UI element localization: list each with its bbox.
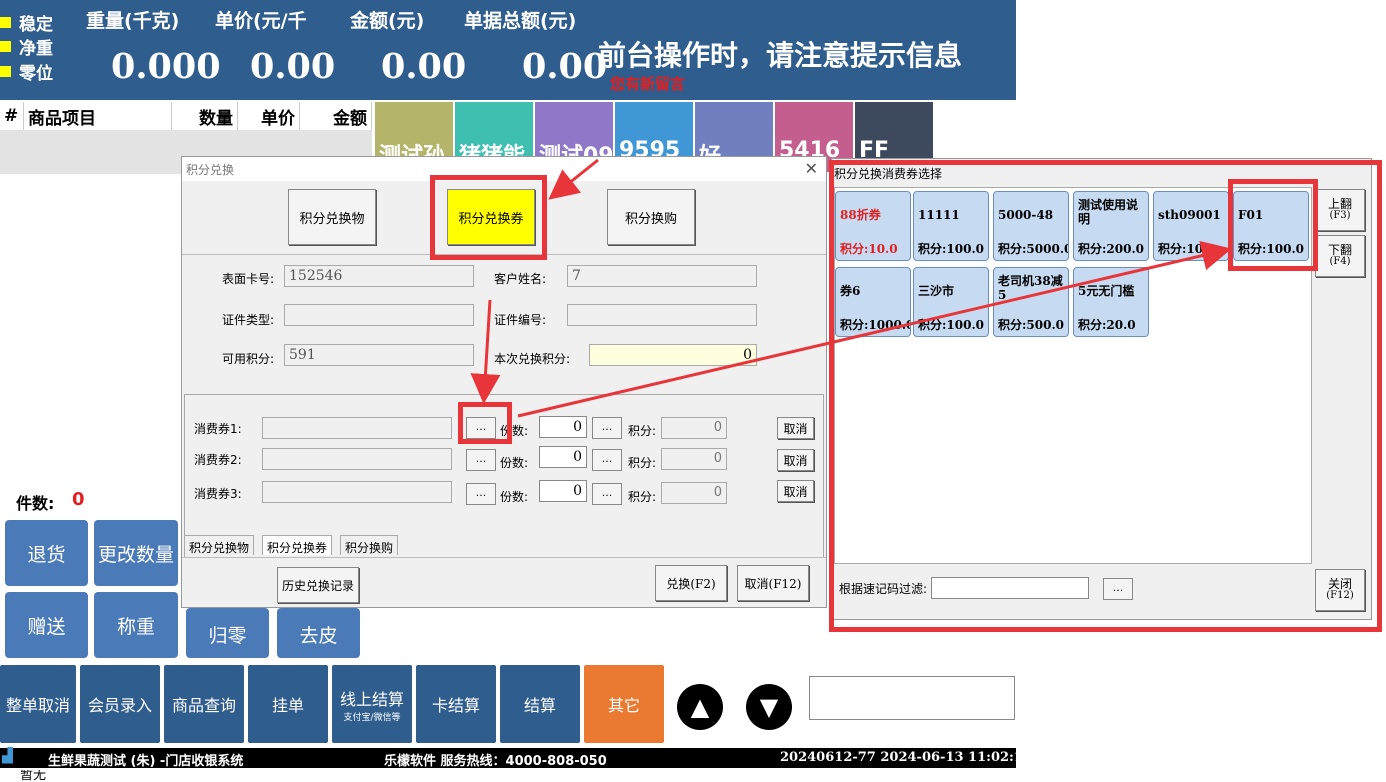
amount-header: 金额(元) [350,10,425,32]
barcode-input[interactable] [809,676,1015,720]
close-icon[interactable]: ✕ [805,159,818,178]
amount-value: 0.00 [381,46,467,87]
scale-panel: 稳定 净重 零位 重量(千克) 单价(元/千 金额(元) 单据总额(元) 0.0… [0,0,1016,100]
voucher-3-qty[interactable]: 0 [539,480,587,502]
voucher-1-qty[interactable]: 0 [539,416,587,438]
product-query-button[interactable]: 商品查询 [164,665,244,743]
other-button[interactable]: 其它 [584,665,664,743]
indicator-square [0,40,11,52]
card-pay-button[interactable]: 卡结算 [416,665,496,743]
cancel-button[interactable]: 取消(F12) [737,565,809,601]
total-value: 0.00 [522,46,608,87]
weigh-button[interactable]: 称重 [94,592,178,658]
member-entry-button[interactable]: 会员录入 [80,665,160,743]
voucher-3-cancel[interactable]: 取消 [777,480,814,502]
status-bar: ▟ 生鲜果蔬测试 (朱) -门店收银系统 乐檬软件 服务热线：4000-808-… [0,748,1032,769]
col-index: # [0,102,24,130]
voucher-1-qty-button[interactable]: ... [592,417,622,439]
col-amount: 金额 [300,102,372,130]
voucher-1-label: 消费券1: [194,422,242,436]
item-count-label: 件数: [16,494,55,513]
voucher-2-qty[interactable]: 0 [539,446,587,468]
voucher-1-field[interactable] [262,417,452,439]
highlight-box [829,160,1382,632]
unit-price-header: 单价(元/千 [215,10,307,32]
exchange-button[interactable]: 兑换(F2) [655,565,727,601]
col-price: 单价 [238,102,300,130]
gift-button[interactable]: 赠送 [5,592,88,658]
cancel-order-button[interactable]: 整单取消 [0,665,76,743]
voucher-3-browse[interactable]: ... [466,483,496,505]
name-field[interactable]: 7 [567,265,757,287]
voucher-2-browse[interactable]: ... [466,449,496,471]
return-button[interactable]: 退货 [5,520,88,586]
session-info: 20240612-77 2024-06-13 11:02:18 [780,750,1032,765]
scroll-down-icon[interactable]: ▼ [746,684,792,730]
voucher-2-points: 0 [661,448,727,470]
available-points-field[interactable]: 591 [284,344,474,366]
available-points-label: 可用积分: [222,352,275,366]
id-type-field[interactable] [284,304,474,326]
tare-button[interactable]: 去皮 [277,608,360,658]
notice-text: 前台操作时，请注意提示信息 [598,39,963,72]
indicator-square [0,65,11,77]
points-label: 积分: [628,424,657,438]
message-text: 暂无 [20,770,47,782]
id-type-label: 证件类型: [222,313,275,327]
voucher-2-cancel[interactable]: 取消 [777,449,814,471]
online-pay-button[interactable]: 线上结算 支付宝/微信等 [332,665,412,743]
this-points-field[interactable]: 0 [589,344,757,366]
item-count-value: 0 [72,489,85,510]
voucher-1-points: 0 [661,417,727,439]
weight-header: 重量(千克) [86,10,180,32]
indicator-zero: 零位 [0,59,62,84]
change-qty-button[interactable]: 更改数量 [94,520,178,586]
name-label: 客户姓名: [494,272,547,286]
app-icon: ▟ [2,748,13,764]
points-purchase-button[interactable]: 积分换购 [607,189,695,245]
card-field[interactable]: 152546 [284,265,474,287]
weight-value: 0.000 [111,46,221,87]
new-message-link[interactable]: 您有新留言 [610,73,685,94]
voucher-3-label: 消费券3: [194,487,242,501]
card-label: 表面卡号: [222,272,275,286]
points-label: 积分: [628,456,657,470]
highlight-box [458,402,512,444]
indicator-net: 净重 [0,34,62,59]
qty-label: 份数: [500,456,529,470]
indicator-square [0,16,11,28]
voucher-2-field[interactable] [262,448,452,470]
indicator-stable: 稳定 [0,10,62,35]
exchange-goods-button[interactable]: 积分兑换物 [288,189,376,245]
id-number-field[interactable] [567,304,757,326]
voucher-2-label: 消费券2: [194,453,242,467]
voucher-3-field[interactable] [262,481,452,503]
service-hotline: 乐檬软件 服务热线：4000-808-050 [384,754,607,769]
col-item: 商品项目 [24,102,172,130]
this-points-label: 本次兑换积分: [494,352,571,366]
system-name: 生鲜果蔬测试 (朱) -门店收银系统 [48,754,244,769]
total-header: 单据总额(元) [464,10,577,32]
hold-order-button[interactable]: 挂单 [248,665,328,743]
col-qty: 数量 [172,102,238,130]
id-number-label: 证件编号: [494,313,547,327]
points-label: 积分: [628,490,657,504]
history-button[interactable]: 历史兑换记录 [277,567,359,603]
voucher-3-points: 0 [661,482,727,504]
voucher-3-qty-button[interactable]: ... [592,483,622,505]
unit-price-value: 0.00 [250,46,336,87]
checkout-button[interactable]: 结算 [500,665,580,743]
scroll-up-icon[interactable]: ▲ [677,684,723,730]
voucher-1-cancel[interactable]: 取消 [777,417,814,439]
qty-label: 份数: [500,490,529,504]
highlight-box [430,175,547,260]
zero-button[interactable]: 归零 [186,608,269,658]
voucher-2-qty-button[interactable]: ... [592,449,622,471]
